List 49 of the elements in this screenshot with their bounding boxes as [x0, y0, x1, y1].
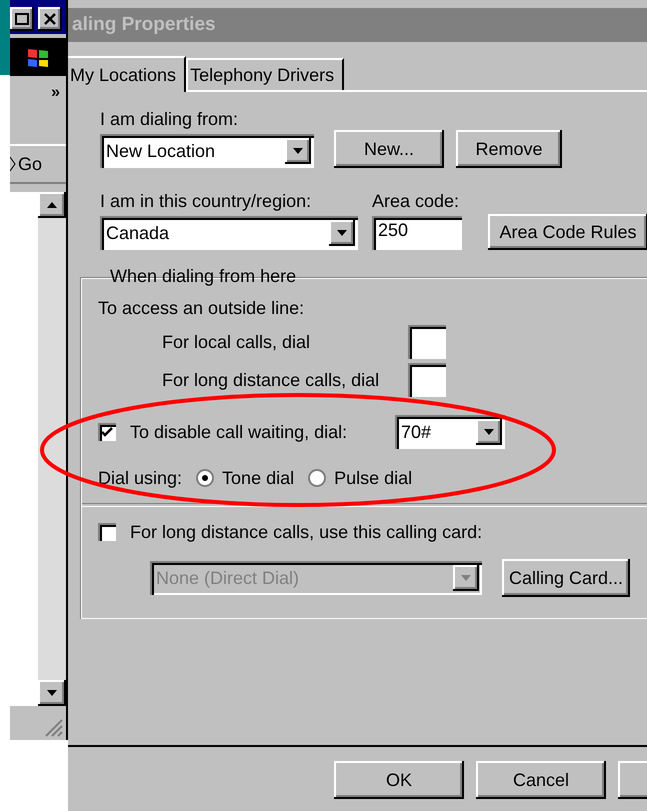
close-icon [44, 13, 56, 25]
caret-icon [293, 148, 303, 154]
checkbox[interactable] [98, 423, 116, 441]
dial-prefix-field[interactable] [408, 363, 446, 397]
close-button[interactable] [38, 7, 62, 31]
go-button[interactable]: Go [10, 144, 66, 184]
maximize-icon [15, 13, 29, 25]
window-title: aling Properties [68, 8, 647, 42]
dropdown-button[interactable] [285, 138, 311, 164]
flag-logo-icon [26, 46, 50, 68]
scroll-up-button[interactable] [38, 192, 66, 218]
scroll-down-button[interactable] [38, 680, 66, 706]
toolbar-chevron[interactable]: » [51, 76, 66, 144]
dropdown-button[interactable] [476, 419, 502, 445]
group-title: When dialing from here [109, 266, 298, 287]
area-code-field[interactable]: 250 [372, 216, 462, 250]
remove-button[interactable]: Remove [456, 130, 562, 168]
tab[interactable]: My Locations [68, 56, 186, 92]
checkbox-label: To disable call waiting, dial: [130, 421, 348, 443]
cancel-button[interactable]: Cancel [476, 761, 606, 799]
radio-label: Pulse dial [334, 467, 412, 489]
country-dropdown[interactable]: Canada [100, 216, 358, 250]
down-arrow-icon [47, 690, 57, 696]
radio-button[interactable] [196, 469, 214, 487]
up-arrow-icon [47, 202, 57, 208]
radio-button[interactable] [308, 469, 326, 487]
field-label: I am in this country/region: [100, 190, 312, 212]
dropdown-button[interactable] [329, 220, 355, 246]
scrollbar[interactable] [38, 192, 66, 706]
call-waiting-dropdown[interactable]: 70# [395, 415, 505, 449]
tab[interactable]: Telephony Drivers [186, 58, 344, 90]
field-label: I am dialing from: [100, 108, 240, 130]
field-label: Dial using: [98, 467, 182, 489]
location-dropdown[interactable]: New Location [100, 134, 314, 168]
caret-icon [484, 429, 494, 435]
field-label: For long distance calls, dial [162, 369, 380, 391]
ok-button[interactable]: OK [334, 761, 464, 799]
maximize-button[interactable] [10, 7, 34, 31]
checkbox-label: For long distance calls, use this calling card: [130, 521, 482, 543]
new-button[interactable]: New... [334, 130, 444, 168]
checkmark-icon [101, 426, 113, 438]
section-label: To access an outside line: [98, 297, 306, 319]
caret-icon [337, 230, 347, 236]
caret-icon [461, 575, 471, 581]
field-label: Area code: [372, 190, 460, 212]
area-code-rules-button[interactable]: Area Code Rules [488, 214, 647, 250]
dial-prefix-field[interactable] [408, 325, 446, 359]
radio-label: Tone dial [222, 467, 294, 489]
field-label: For local calls, dial [162, 331, 310, 353]
